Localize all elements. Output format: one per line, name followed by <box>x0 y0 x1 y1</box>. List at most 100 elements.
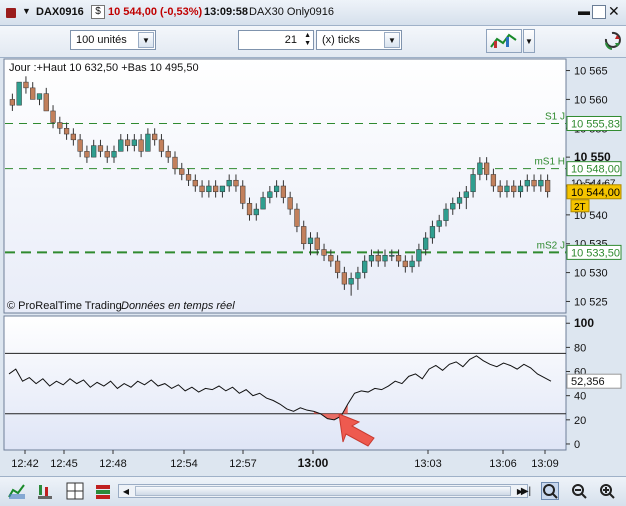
scroll-thumb[interactable] <box>135 486 511 496</box>
candle <box>389 255 395 257</box>
indicator-add-icon[interactable] <box>36 482 54 500</box>
candle <box>91 145 97 158</box>
chart-type-dropdown[interactable]: ▼ <box>523 29 535 53</box>
candle <box>348 278 354 285</box>
candle <box>294 208 300 227</box>
alert-icon[interactable]: $ <box>91 5 105 19</box>
spinner-icon[interactable]: ▲ ▼ <box>304 32 311 48</box>
candle <box>260 197 266 210</box>
symbol-label[interactable]: DAX0916 <box>36 6 84 18</box>
zoom-out-icon[interactable] <box>570 482 588 500</box>
time-tick-label: 12:45 <box>50 458 78 470</box>
candle <box>511 185 517 193</box>
candle <box>416 249 422 262</box>
scroll-end-icon[interactable]: ▶| <box>517 482 535 500</box>
indicator-tick-label: 20 <box>574 415 586 427</box>
candle <box>124 139 131 146</box>
close-icon[interactable]: ✕ <box>608 4 620 18</box>
candle <box>179 168 185 175</box>
candle <box>307 237 314 244</box>
candle <box>280 185 287 198</box>
candle <box>206 185 212 193</box>
zoom-in-icon[interactable] <box>598 482 616 500</box>
candle <box>9 99 16 106</box>
indicator-value: 52,356 <box>571 376 605 388</box>
objects-icon[interactable] <box>94 482 112 500</box>
candle <box>233 179 239 187</box>
candle <box>16 81 22 106</box>
support-level-label: S1 J <box>545 111 565 122</box>
candle <box>368 255 375 262</box>
chart-style-icon[interactable] <box>8 482 26 500</box>
candle <box>470 174 476 193</box>
candle <box>531 179 537 187</box>
candle <box>43 93 49 112</box>
time-tick-label: 12:42 <box>11 458 39 470</box>
bottom-bar: ◀ ▶ ▶| <box>0 476 626 506</box>
period-unit-select[interactable]: (x) ticks ▼ <box>316 30 402 50</box>
time-scrollbar[interactable]: ◀ ▶ <box>118 484 528 498</box>
indicator-tick-label: 80 <box>574 342 586 354</box>
candle <box>375 255 381 262</box>
candle <box>50 110 56 123</box>
candle <box>246 203 253 216</box>
chevron-down-icon[interactable]: ▼ <box>138 32 154 48</box>
indicator-tick-label: 0 <box>574 439 580 451</box>
chart-svg[interactable]: S1 JmS1 HmS2 J 10 56510 56010 55510 5501… <box>3 58 624 476</box>
candle <box>267 191 273 198</box>
dropdown-icon[interactable]: ▼ <box>22 6 31 16</box>
scroll-left-icon[interactable]: ◀ <box>119 485 133 497</box>
chart-area[interactable]: S1 JmS1 HmS2 J 10 56510 56010 55510 5501… <box>3 58 624 476</box>
period-unit-value: (x) ticks <box>322 34 360 46</box>
price-tick-label: 10 560 <box>574 94 608 106</box>
candle <box>30 87 36 100</box>
candle <box>104 151 110 158</box>
maximize-icon[interactable] <box>592 5 606 19</box>
candle <box>131 139 137 146</box>
price-tick-label: 10 530 <box>574 268 608 280</box>
candle <box>287 197 293 210</box>
time-tick-label: 12:48 <box>99 458 127 470</box>
candle <box>172 156 178 169</box>
candle <box>301 226 307 244</box>
candle <box>450 203 456 210</box>
candle <box>192 179 198 187</box>
time-axis: 12:42 12:45 12:48 12:54 12:57 13:00 13:03 13:06… <box>11 450 559 470</box>
clock-time: 13:09:58 <box>204 6 249 18</box>
candle <box>497 185 503 193</box>
time-tick-label: 13:06 <box>489 458 517 470</box>
time-tick-label: 12:54 <box>170 458 198 470</box>
candle <box>152 133 158 141</box>
chart-type-button[interactable] <box>486 29 522 53</box>
candle <box>84 151 90 158</box>
zoom-selection-icon[interactable] <box>541 482 559 500</box>
candle <box>490 174 497 187</box>
candle <box>334 260 341 273</box>
candle <box>517 185 524 193</box>
support-level-label: mS1 H <box>534 157 565 168</box>
candle <box>409 260 415 268</box>
candle <box>443 208 449 221</box>
units-value: 100 unités <box>76 34 127 46</box>
level-value: 10 555,83 <box>571 118 620 130</box>
price-axis: 10 56510 56010 55510 55010 54510 54010 5… <box>566 66 622 451</box>
units-select[interactable]: 100 unités ▼ <box>70 30 156 50</box>
candle <box>456 197 463 204</box>
period-input[interactable]: 21 ▲ ▼ <box>238 30 314 50</box>
refresh-icon[interactable] <box>602 29 622 53</box>
tick-tag: 2T <box>574 202 586 213</box>
price-tick-label: 10 565 <box>574 66 608 78</box>
level-value: 10 533,50 <box>571 247 620 259</box>
chevron-down-icon[interactable]: ▼ <box>384 32 400 48</box>
candle <box>355 272 361 279</box>
candle <box>219 185 226 193</box>
candle <box>165 151 171 158</box>
grid-icon[interactable] <box>66 482 84 500</box>
candle <box>463 191 469 198</box>
candle <box>145 133 151 152</box>
candle <box>111 151 117 158</box>
candle <box>484 162 490 175</box>
candle <box>402 260 408 268</box>
minimize-icon[interactable]: ▬ <box>577 5 591 19</box>
footer-data: Données en temps réel <box>121 300 235 312</box>
